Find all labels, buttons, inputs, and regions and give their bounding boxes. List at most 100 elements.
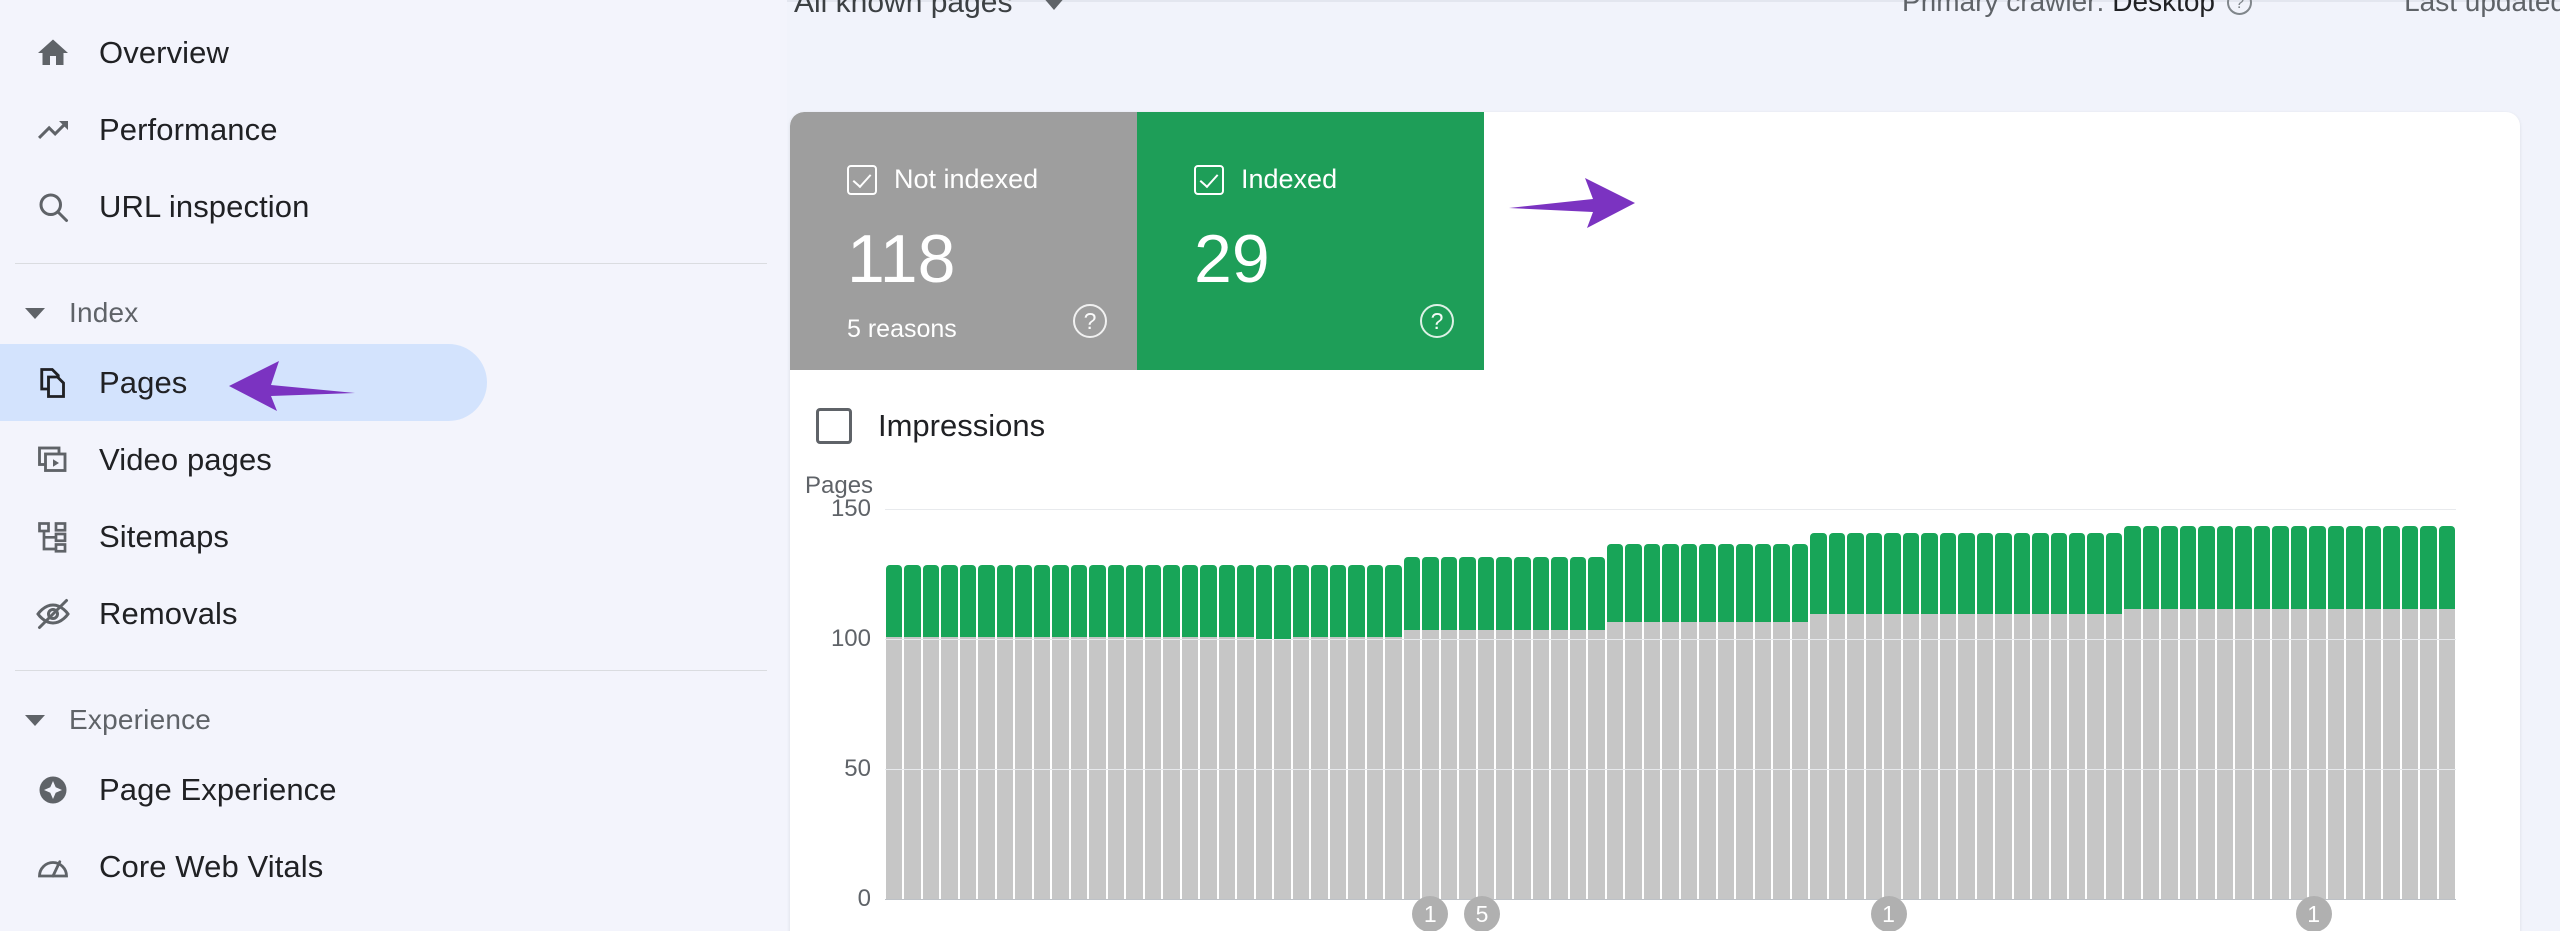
chart-plot-area[interactable]: 0 50 100 150: [831, 495, 2456, 912]
chart-bar[interactable]: [1606, 510, 1624, 900]
sidebar-item-core-web-vitals[interactable]: Core Web Vitals: [0, 828, 487, 905]
chart-bar[interactable]: [2179, 510, 2197, 900]
chart-bar[interactable]: [1385, 510, 1402, 900]
chart-bar[interactable]: [2142, 510, 2160, 900]
chart-bar[interactable]: [2161, 510, 2178, 900]
chart-bar[interactable]: [1569, 510, 1587, 900]
chart-bar[interactable]: [1828, 510, 1846, 900]
chart-bar[interactable]: [2013, 510, 2031, 900]
chart-bar[interactable]: [904, 510, 921, 900]
sidebar-group-experience[interactable]: Experience: [0, 689, 787, 751]
chart-bar[interactable]: [1810, 510, 1827, 900]
chart-bar[interactable]: [1237, 510, 1254, 900]
chart-bar[interactable]: [1126, 510, 1143, 900]
chart-bar[interactable]: [1163, 510, 1180, 900]
chart-bar[interactable]: [1551, 510, 1568, 900]
chart-bar[interactable]: [1274, 510, 1291, 900]
chart-bar[interactable]: [2309, 510, 2326, 900]
help-icon[interactable]: ?: [1420, 304, 1454, 338]
chart-bar[interactable]: [1958, 510, 1975, 900]
chart-bar[interactable]: [996, 510, 1014, 900]
chart-bar[interactable]: [1440, 510, 1458, 900]
chart-bar[interactable]: [1921, 510, 1938, 900]
chart-bar[interactable]: [1847, 510, 1864, 900]
chart-bar[interactable]: [2087, 510, 2104, 900]
sidebar-item-url-inspection[interactable]: URL inspection: [0, 168, 487, 245]
chart-bar[interactable]: [1995, 510, 2012, 900]
chart-bar[interactable]: [1514, 510, 1531, 900]
chart-bar[interactable]: [959, 510, 977, 900]
chart-bar[interactable]: [2032, 510, 2049, 900]
chart-bar[interactable]: [1773, 510, 1790, 900]
chart-bar[interactable]: [1625, 510, 1642, 900]
chart-annotation-badge[interactable]: 1: [2295, 896, 2332, 931]
chart-bar[interactable]: [1736, 510, 1753, 900]
sidebar-item-page-experience[interactable]: Page Experience: [0, 751, 487, 828]
chart-bar[interactable]: [1865, 510, 1883, 900]
sidebar-item-pages[interactable]: Pages: [0, 344, 487, 421]
chart-bar[interactable]: [1662, 510, 1679, 900]
chart-bar[interactable]: [2401, 510, 2419, 900]
chart-bar[interactable]: [2105, 510, 2123, 900]
chart-bar[interactable]: [1218, 510, 1236, 900]
chart-bar[interactable]: [2216, 510, 2234, 900]
chart-bar[interactable]: [1495, 510, 1513, 900]
chart-bar[interactable]: [1070, 510, 1088, 900]
chart-annotation-badge[interactable]: 1: [1412, 896, 1449, 931]
chart-bar[interactable]: [1717, 510, 1735, 900]
status-card-indexed[interactable]: Indexed 29 ?: [1137, 112, 1484, 370]
checkbox-checked-icon[interactable]: [847, 164, 877, 195]
chart-bar[interactable]: [2383, 510, 2400, 900]
sidebar-item-removals[interactable]: Removals: [0, 575, 487, 652]
chart-bar[interactable]: [1976, 510, 1994, 900]
chart-bar[interactable]: [2235, 510, 2252, 900]
chart-bar[interactable]: [2124, 510, 2141, 900]
chart-bar[interactable]: [1089, 510, 1106, 900]
chart-bar[interactable]: [1348, 510, 1365, 900]
chart-bar[interactable]: [1033, 510, 1051, 900]
checkbox-unchecked-icon[interactable]: [816, 408, 852, 444]
chart-bar[interactable]: [1754, 510, 1772, 900]
chart-annotation-badge[interactable]: 5: [1463, 896, 1500, 931]
chart-bar[interactable]: [1107, 510, 1125, 900]
chart-bar[interactable]: [1052, 510, 1069, 900]
chart-bar[interactable]: [2327, 510, 2345, 900]
sidebar-group-index[interactable]: Index: [0, 282, 787, 344]
help-icon[interactable]: ?: [2227, 0, 2252, 15]
chart-bar[interactable]: [2253, 510, 2271, 900]
chart-bar[interactable]: [1699, 510, 1716, 900]
chart-bar[interactable]: [1181, 510, 1199, 900]
chart-bar[interactable]: [2438, 510, 2456, 900]
chart-bar[interactable]: [1643, 510, 1661, 900]
chart-bar[interactable]: [886, 510, 903, 900]
help-icon[interactable]: ?: [1073, 304, 1107, 338]
chart-bar[interactable]: [941, 510, 958, 900]
chart-bar[interactable]: [1292, 510, 1310, 900]
chart-bar[interactable]: [2069, 510, 2086, 900]
chart-bar[interactable]: [1144, 510, 1162, 900]
chart-bar[interactable]: [978, 510, 995, 900]
chart-bar[interactable]: [1939, 510, 1957, 900]
chart-bar[interactable]: [1532, 510, 1550, 900]
chart-bar[interactable]: [2364, 510, 2382, 900]
chart-bar[interactable]: [1902, 510, 1920, 900]
chart-bar[interactable]: [1015, 510, 1032, 900]
sidebar-item-sitemaps[interactable]: Sitemaps: [0, 498, 487, 575]
sidebar-item-video-pages[interactable]: Video pages: [0, 421, 487, 498]
chart-bar[interactable]: [2050, 510, 2067, 900]
sidebar-item-performance[interactable]: Performance: [0, 91, 487, 168]
chart-bar[interactable]: [922, 510, 940, 900]
chart-bar[interactable]: [1255, 510, 1273, 900]
chart-bar[interactable]: [1200, 510, 1217, 900]
status-card-not-indexed[interactable]: Not indexed 118 5 reasons ?: [790, 112, 1137, 370]
chart-bar[interactable]: [1884, 510, 1901, 900]
chart-bar[interactable]: [1366, 510, 1384, 900]
chart-bar[interactable]: [2272, 510, 2289, 900]
chart-bar[interactable]: [2198, 510, 2215, 900]
chart-bar[interactable]: [1477, 510, 1494, 900]
page-filter-dropdown[interactable]: All known pages: [794, 0, 1067, 20]
chart-annotation-badge[interactable]: 1: [1870, 896, 1907, 931]
chart-bar[interactable]: [2346, 510, 2363, 900]
chart-bar[interactable]: [1680, 510, 1698, 900]
impressions-toggle[interactable]: Impressions: [816, 408, 1045, 444]
